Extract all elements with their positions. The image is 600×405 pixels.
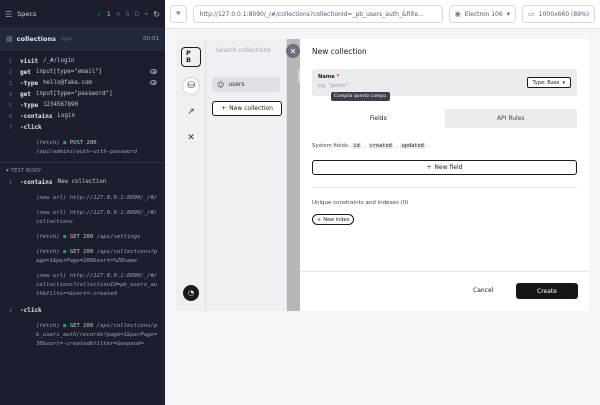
spec-file-icon: ▤ (6, 35, 13, 43)
tab-api-rules[interactable]: API Rules (445, 109, 578, 128)
new-index-button[interactable]: + New index (312, 214, 355, 225)
browser-selector[interactable]: ◉ Electron 106 ▾ (448, 5, 517, 23)
type-dropdown-button[interactable]: Type: Base ▾ (526, 77, 571, 88)
new-field-button[interactable]: + New field (312, 160, 577, 175)
specs-title[interactable]: Specs (17, 10, 36, 18)
spec-duration: 00:01 (143, 36, 159, 42)
new-collection-panel: New collection Name * eg. "posts" Type: … (300, 39, 589, 311)
collections-panel: Search collections ☺ users + New collect… (206, 39, 287, 311)
status-dot-icon: ● (62, 140, 67, 146)
plus-icon: + (426, 164, 432, 171)
viewport-icon: ▭ (528, 10, 535, 18)
name-input[interactable]: eg. "posts" (318, 83, 348, 89)
footer-divider (300, 271, 589, 272)
command-row[interactable]: 5 -type 1234567890 (0, 100, 165, 111)
new-url-entry[interactable]: (new url) http://127.0.0.1:8090/_/#/ (0, 194, 165, 203)
fetch-log-entry[interactable]: (fetch) ● GET 200 /api/collections?page=… (0, 248, 165, 266)
passed-count: 1 (106, 10, 111, 18)
plus-icon: + (221, 105, 227, 112)
browser-url-bar: ⌖ http://127.0.0.1:8090/_/#/collections?… (165, 0, 600, 29)
spec-name: collections (16, 35, 56, 43)
runner-toolbar: ☰ Specs ✓ 1 ✕ 5 O ⌖ ↻ (0, 0, 165, 29)
pocketbase-logo[interactable]: PB (181, 47, 201, 67)
user-avatar[interactable]: ◔ (183, 285, 199, 301)
eye-icon[interactable] (150, 69, 157, 74)
url-display[interactable]: http://127.0.0.1:8090/_/#/collections?co… (192, 5, 443, 23)
command-row[interactable]: 1 -contains New collection (0, 177, 165, 188)
name-label: Name * (318, 74, 340, 80)
selector-playground-icon[interactable]: ⌖ (170, 5, 187, 23)
app-iframe: PB ⛁ ↗ ✕ ◔ Search collections ☺ users + … (176, 39, 589, 311)
collection-item-users[interactable]: ☺ users (212, 77, 280, 92)
indexes-label: Unique constraints and indexes (0) (312, 200, 409, 206)
command-row[interactable]: 4 get input[type="password"] (0, 89, 165, 100)
system-field-created: created (367, 143, 394, 149)
command-row[interactable]: 6 -contains Login (0, 111, 165, 122)
auto-scroll-icon[interactable]: ⌖ (144, 10, 148, 19)
system-fields: System fields: id, created, updated. (312, 143, 430, 149)
browser-icon: ◉ (454, 10, 461, 18)
tab-fields[interactable]: Fields (312, 109, 445, 128)
plus-icon: + (317, 216, 322, 223)
cancel-button[interactable]: Cancel (473, 287, 493, 294)
logs-nav-icon[interactable]: ↗ (182, 103, 200, 121)
system-field-id: id (351, 143, 362, 149)
settings-nav-icon[interactable]: ✕ (182, 129, 200, 147)
command-row[interactable]: 7 -click (0, 122, 165, 133)
command-row[interactable]: 3 -type hello@fake.com (0, 78, 165, 89)
caret-down-icon: ▾ (562, 79, 565, 86)
spec-header: ▤ collections .cy.js 00:01 (0, 29, 165, 50)
divider (312, 187, 577, 188)
pending-count: O (134, 10, 140, 18)
failed-count: 5 (125, 10, 130, 18)
panel-tabs: Fields API Rules (312, 109, 577, 128)
command-row[interactable]: 2 -click (0, 305, 165, 316)
search-input[interactable]: Search collections (216, 47, 270, 54)
command-log-panel: ☰ Specs ✓ 1 ✕ 5 O ⌖ ↻ ▤ collections .cy.… (0, 0, 165, 405)
users-icon: ☺ (217, 80, 225, 89)
passed-check-icon: ✓ (96, 10, 102, 18)
fetch-log-entry[interactable]: (fetch) ● GET 200 /api/collections/pb_us… (0, 322, 165, 349)
collections-nav-icon[interactable]: ⛁ (182, 77, 200, 95)
system-field-updated: updated (399, 143, 426, 149)
app-sidebar: PB ⛁ ↗ ✕ ◔ (176, 39, 206, 311)
chevron-down-icon: ▾ (506, 10, 511, 18)
reload-icon[interactable]: ↻ (153, 10, 160, 19)
fetch-log-entry[interactable]: (fetch) ● GET 200 /api/settings (0, 233, 165, 242)
viewport-info[interactable]: ▭ 1000x660 (89%) (522, 5, 595, 23)
new-url-entry[interactable]: (new url) http://127.0.0.1:8090/_/#/coll… (0, 272, 165, 299)
section-test-body: ▾ TEST BODY (6, 168, 42, 174)
failed-x-icon: ✕ (115, 10, 121, 18)
spec-extension: .cy.js (59, 36, 73, 42)
create-button[interactable]: Create (516, 283, 578, 299)
new-collection-button[interactable]: + New collection (212, 101, 282, 116)
eye-icon[interactable] (150, 80, 157, 85)
new-url-entry[interactable]: (new url) http://127.0.0.1:8090/_/#/coll… (0, 209, 165, 227)
panel-title: New collection (312, 47, 367, 56)
close-icon[interactable]: ✕ (286, 44, 300, 58)
validation-tooltip: Compila questo campo. (331, 92, 391, 101)
app-preview-area: ⌖ http://127.0.0.1:8090/_/#/collections?… (165, 0, 600, 405)
fetch-log-entry[interactable]: (fetch) ● POST 200 /api/admins/auth-with… (0, 139, 165, 157)
specs-list-icon[interactable]: ☰ (5, 10, 12, 19)
command-row[interactable]: 2 get input[type="email"] (0, 67, 165, 78)
command-row[interactable]: 1 visit /_#/login (0, 56, 165, 67)
